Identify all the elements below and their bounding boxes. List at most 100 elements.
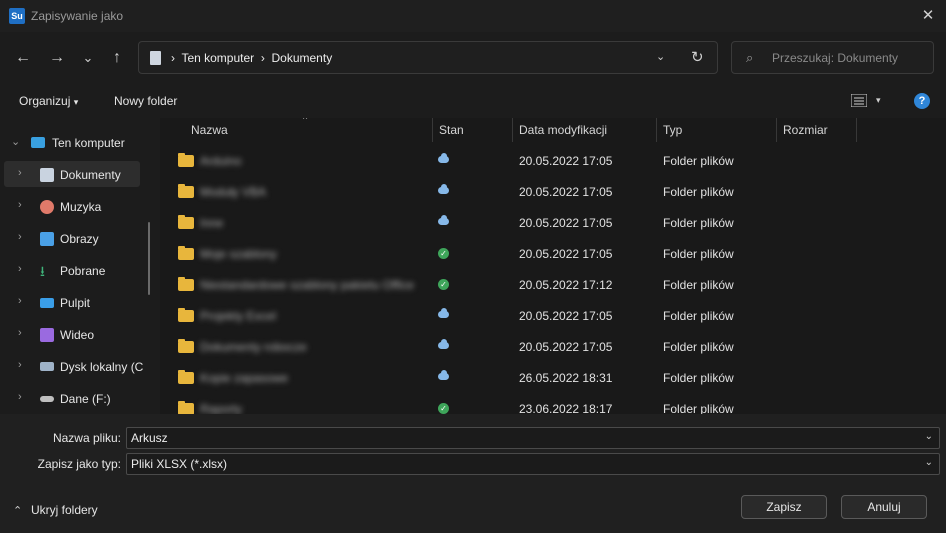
file-name: Raporty bbox=[200, 402, 243, 414]
new-folder-button[interactable]: Nowy folder bbox=[114, 94, 177, 108]
file-row[interactable]: Inne 20.05.2022 17:05 Folder plików bbox=[170, 208, 940, 239]
file-list: Nazwa ^ Stan Data modyfikacji Typ Rozmia… bbox=[160, 118, 946, 414]
document-icon bbox=[150, 51, 161, 65]
file-name-field[interactable]: Arkusz ⌄ bbox=[126, 427, 940, 449]
file-row[interactable]: Niestandardowe szablony pakietu Office ✓ 2… bbox=[170, 270, 940, 301]
caret-down-icon: ▾ bbox=[73, 97, 79, 107]
file-date: 20.05.2022 17:05 bbox=[519, 340, 613, 354]
breadcrumb-separator: › bbox=[171, 51, 175, 65]
file-type-value: Pliki XLSX (*.xlsx) bbox=[131, 457, 228, 471]
file-row[interactable]: Raporty ✓ 23.06.2022 18:17 Folder plików bbox=[170, 394, 940, 414]
cloud-icon bbox=[438, 215, 449, 225]
folder-icon bbox=[178, 277, 194, 291]
file-row[interactable]: Kopie zapasowe 26.05.2022 18:31 Folder pli… bbox=[170, 363, 940, 394]
chevron-down-icon[interactable]: ⌄ bbox=[11, 135, 20, 148]
view-dropdown-button[interactable]: ▾ bbox=[876, 95, 881, 106]
download-icon: ⭳ bbox=[40, 263, 45, 279]
recent-locations-button[interactable]: ⌄ bbox=[77, 48, 99, 68]
chevron-right-icon[interactable]: › bbox=[18, 359, 22, 371]
chevron-right-icon[interactable]: › bbox=[18, 327, 22, 339]
cancel-button[interactable]: Anuluj bbox=[841, 495, 927, 519]
breadcrumb-separator: › bbox=[260, 51, 265, 65]
column-header-date[interactable]: Data modyfikacji bbox=[519, 123, 607, 137]
sidebar-item-this-pc[interactable]: ⌄ Ten komputer bbox=[0, 130, 140, 156]
column-header-status[interactable]: Stan bbox=[439, 123, 464, 137]
caret-down-icon: ▾ bbox=[876, 95, 881, 105]
up-button[interactable]: ↑ bbox=[106, 48, 128, 68]
computer-icon bbox=[31, 137, 45, 148]
file-type: Folder plików bbox=[663, 278, 734, 292]
breadcrumb-documents[interactable]: Dokumenty bbox=[272, 51, 333, 65]
file-type: Folder plików bbox=[663, 371, 734, 385]
column-divider[interactable] bbox=[432, 118, 433, 142]
file-name: Moje szablony bbox=[200, 247, 277, 261]
cloud-icon bbox=[438, 370, 449, 380]
synced-check-icon: ✓ bbox=[438, 403, 449, 414]
sidebar-item-data-drive[interactable]: › Dane (F:) bbox=[0, 386, 140, 412]
file-type: Folder plików bbox=[663, 247, 734, 261]
chevron-right-icon[interactable]: › bbox=[18, 167, 22, 179]
search-input[interactable]: ⌕ Przeszukaj: Dokumenty bbox=[731, 41, 934, 74]
column-header-size[interactable]: Rozmiar bbox=[783, 123, 828, 137]
column-header-name[interactable]: Nazwa bbox=[191, 123, 228, 137]
folder-icon bbox=[178, 215, 194, 229]
sidebar-item-videos[interactable]: › Wideo bbox=[0, 322, 140, 348]
file-date: 20.05.2022 17:05 bbox=[519, 247, 613, 261]
file-row[interactable]: Arduino 20.05.2022 17:05 Folder plików bbox=[170, 146, 940, 177]
sidebar-item-local-disk[interactable]: › Dysk lokalny (C bbox=[0, 354, 143, 380]
chevron-right-icon[interactable]: › bbox=[18, 295, 22, 307]
column-divider[interactable] bbox=[856, 118, 857, 142]
chevron-down-icon: ⌄ bbox=[656, 51, 666, 63]
refresh-button[interactable]: ↻ bbox=[691, 48, 704, 66]
close-icon: ✕ bbox=[921, 7, 935, 24]
sidebar-item-music[interactable]: › Muzyka bbox=[0, 194, 140, 220]
search-placeholder: Przeszukaj: Dokumenty bbox=[772, 51, 899, 65]
sidebar-item-downloads[interactable]: › ⭳ Pobrane bbox=[0, 258, 140, 284]
chevron-down-icon[interactable]: ⌄ bbox=[925, 431, 933, 442]
file-date: 20.05.2022 17:05 bbox=[519, 185, 613, 199]
file-row[interactable]: Moje szablony ✓ 20.05.2022 17:05 Folder pli… bbox=[170, 239, 940, 270]
chevron-right-icon[interactable]: › bbox=[18, 231, 22, 243]
hide-folders-button[interactable]: Ukryj foldery bbox=[31, 503, 98, 517]
breadcrumb-this-pc[interactable]: Ten komputer bbox=[181, 51, 254, 65]
sidebar-scrollbar[interactable] bbox=[148, 222, 150, 295]
chevron-right-icon[interactable]: › bbox=[18, 199, 22, 211]
folder-icon bbox=[178, 339, 194, 353]
file-name-value[interactable]: Arkusz bbox=[131, 431, 168, 445]
file-date: 20.05.2022 17:05 bbox=[519, 309, 613, 323]
address-dropdown-button[interactable]: ⌄ bbox=[656, 50, 665, 63]
organize-button[interactable]: Organizuj ▾ bbox=[19, 94, 78, 108]
chevron-right-icon[interactable]: › bbox=[18, 263, 22, 275]
column-divider[interactable] bbox=[656, 118, 657, 142]
file-row[interactable]: Dokumenty robocze 20.05.2022 17:05 Folder … bbox=[170, 332, 940, 363]
sidebar-item-documents[interactable]: › Dokumenty bbox=[0, 162, 140, 188]
cloud-icon bbox=[438, 308, 449, 318]
document-icon bbox=[40, 168, 54, 182]
chevron-down-icon[interactable]: ⌄ bbox=[925, 457, 933, 468]
address-bar[interactable]: › Ten komputer › Dokumenty ⌄ ↻ bbox=[138, 41, 718, 74]
pictures-icon bbox=[40, 232, 54, 246]
back-button[interactable]: ← bbox=[12, 48, 34, 68]
chevron-up-icon[interactable]: ⌃ bbox=[13, 504, 22, 517]
save-button[interactable]: Zapisz bbox=[741, 495, 827, 519]
music-icon bbox=[40, 200, 54, 214]
file-row[interactable]: Projekty Excel 20.05.2022 17:05 Folder pli… bbox=[170, 301, 940, 332]
file-type: Folder plików bbox=[663, 185, 734, 199]
file-type-select[interactable]: Pliki XLSX (*.xlsx) ⌄ bbox=[126, 453, 940, 475]
sidebar-item-label: Dokumenty bbox=[60, 168, 121, 182]
sidebar-item-pictures[interactable]: › Obrazy bbox=[0, 226, 140, 252]
column-divider[interactable] bbox=[776, 118, 777, 142]
view-options-button[interactable] bbox=[850, 93, 868, 108]
help-icon: ? bbox=[918, 95, 926, 107]
help-button[interactable]: ? bbox=[914, 93, 930, 109]
file-name: Dokumenty robocze bbox=[200, 340, 307, 354]
column-divider[interactable] bbox=[512, 118, 513, 142]
sidebar-item-label: Muzyka bbox=[60, 200, 102, 214]
column-header-type[interactable]: Typ bbox=[663, 123, 682, 137]
sidebar-item-desktop[interactable]: › Pulpit bbox=[0, 290, 140, 316]
chevron-right-icon[interactable]: › bbox=[18, 391, 22, 403]
file-row[interactable]: Moduły VBA 20.05.2022 17:05 Folder plików bbox=[170, 177, 940, 208]
chevron-down-icon: ⌄ bbox=[82, 50, 94, 65]
forward-button[interactable]: → bbox=[46, 48, 68, 68]
close-button[interactable]: ✕ bbox=[918, 6, 938, 26]
